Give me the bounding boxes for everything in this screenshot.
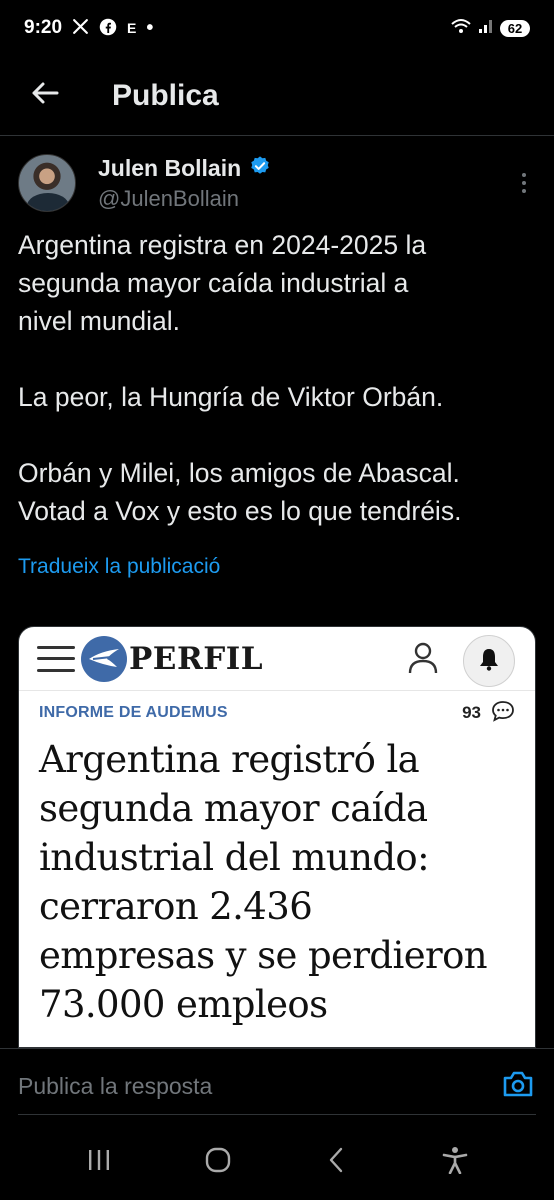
top-header: Publica — [0, 56, 554, 136]
status-right: 62 — [450, 17, 530, 40]
home-button[interactable] — [188, 1132, 248, 1192]
recent-apps-icon — [86, 1148, 112, 1177]
avatar[interactable] — [18, 154, 76, 212]
back-nav-button[interactable] — [306, 1132, 366, 1192]
camera-icon — [502, 1070, 534, 1103]
system-nav-bar — [0, 1124, 554, 1200]
verified-badge-icon — [249, 155, 271, 182]
post-image[interactable]: PERFIL INFORME DE AUDEMUS 93 Argentina r… — [18, 626, 536, 1048]
translate-link[interactable]: Tradueix la publicació — [18, 555, 220, 579]
arrow-left-icon — [31, 81, 59, 110]
notification-icons: E • — [72, 18, 153, 39]
camera-button[interactable] — [500, 1068, 536, 1104]
author-handle[interactable]: @JulenBollain — [98, 186, 271, 212]
more-dot — [522, 189, 526, 193]
post-text: Argentina registra en 2024-2025 la segun… — [18, 226, 538, 530]
comment-bubble-icon — [491, 700, 515, 727]
user-icon — [407, 641, 439, 680]
wifi-icon — [450, 17, 472, 40]
battery-indicator: 62 — [500, 19, 530, 37]
perfil-logo-text: PERFIL — [129, 640, 264, 677]
comment-count-value: 93 — [462, 703, 481, 722]
perfil-nav-bar: PERFIL — [19, 627, 535, 691]
post-paragraph: Argentina registra en 2024-2025 la segun… — [18, 230, 427, 336]
article-meta: INFORME DE AUDEMUS 93 — [19, 691, 535, 735]
comment-count: 93 — [462, 700, 515, 727]
page-title: Publica — [112, 78, 219, 112]
article-headline: Argentina registró la segunda mayor caíd… — [39, 738, 488, 1026]
more-options-button[interactable] — [510, 158, 538, 208]
post-paragraph: La peor, la Hungría de Viktor Orbán. — [18, 382, 444, 412]
author-info: Julen Bollain @JulenBollain — [98, 155, 271, 212]
reply-placeholder: Publica la resposta — [18, 1072, 213, 1099]
bell-icon — [478, 647, 500, 676]
author-name[interactable]: Julen Bollain — [98, 155, 241, 182]
signal-icon — [478, 18, 494, 39]
perfil-logo-icon — [81, 635, 127, 682]
post-author-row: Julen Bollain @JulenBollain — [18, 150, 538, 216]
reply-input[interactable]: Publica la resposta — [18, 1059, 536, 1115]
more-dot — [522, 173, 526, 177]
author-name-line: Julen Bollain — [98, 155, 271, 182]
recent-apps-button[interactable] — [69, 1132, 129, 1192]
post-paragraph: Orbán y Milei, los amigos de Abascal. Vo… — [18, 458, 462, 526]
chevron-left-icon — [327, 1147, 345, 1178]
facebook-icon — [99, 18, 117, 39]
article-category: INFORME DE AUDEMUS — [39, 704, 228, 721]
bell-button — [463, 635, 515, 687]
notification-e-icon: E — [127, 20, 137, 36]
more-dot — [522, 181, 526, 185]
x-logo-icon — [72, 18, 89, 38]
dot-icon: • — [146, 17, 154, 39]
accessibility-button[interactable] — [425, 1132, 485, 1192]
status-bar: 9:20 E • 62 — [0, 0, 554, 56]
status-time: 9:20 — [24, 17, 63, 38]
menu-icon — [37, 645, 75, 672]
accessibility-icon — [442, 1146, 468, 1179]
home-circle-icon — [204, 1146, 232, 1179]
back-button[interactable] — [0, 56, 90, 136]
reply-bar: Publica la resposta — [0, 1048, 554, 1124]
